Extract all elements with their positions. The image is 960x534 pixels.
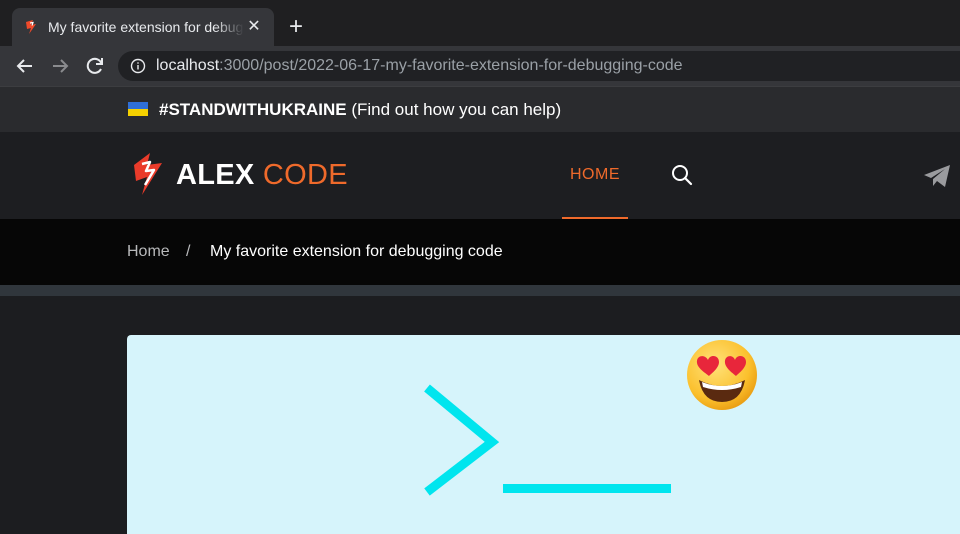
- header-divider: [0, 285, 960, 296]
- ukraine-flag-icon: [128, 102, 148, 116]
- info-icon[interactable]: [130, 58, 146, 74]
- reload-icon[interactable]: [83, 54, 107, 78]
- nav-home-link[interactable]: HOME: [562, 132, 628, 219]
- close-tab-icon[interactable]: ✕: [244, 17, 264, 37]
- browser-toolbar: localhost:3000/post/2022-06-17-my-favori…: [0, 46, 960, 86]
- banner-hashtag: #STANDWITHUKRAINE: [159, 100, 347, 119]
- favicon-icon: [26, 20, 36, 34]
- address-bar[interactable]: localhost:3000/post/2022-06-17-my-favori…: [118, 51, 960, 81]
- browser-tab[interactable]: My favorite extension for debugging code…: [12, 8, 274, 46]
- logo-code: CODE: [262, 159, 348, 191]
- heart-eyes-emoji-icon: [687, 340, 757, 410]
- breadcrumb-home-link[interactable]: Home: [127, 243, 170, 261]
- breadcrumb-current: My favorite extension for debugging code: [210, 243, 503, 260]
- banner-help-text: (Find out how you can help): [346, 100, 562, 119]
- telegram-icon[interactable]: [923, 164, 951, 188]
- ukraine-banner[interactable]: #STANDWITHUKRAINE (Find out how you can …: [0, 86, 960, 133]
- tab-title: My favorite extension for debugging code: [48, 19, 244, 35]
- forward-arrow-icon[interactable]: [48, 54, 72, 78]
- url-host: localhost: [156, 57, 220, 74]
- browser-tab-strip: My favorite extension for debugging code…: [0, 0, 960, 46]
- banner-text[interactable]: #STANDWITHUKRAINE (Find out how you can …: [159, 101, 561, 119]
- breadcrumb: Home / My favorite extension for debuggi…: [0, 219, 960, 285]
- logo-alex: ALEX: [176, 159, 255, 191]
- new-tab-button[interactable]: +: [285, 15, 307, 39]
- url-text[interactable]: localhost:3000/post/2022-06-17-my-favori…: [156, 58, 683, 74]
- nav-home-label: HOME: [570, 166, 620, 183]
- post-hero-image: [127, 335, 960, 534]
- url-path: :3000/post/2022-06-17-my-favorite-extens…: [219, 57, 683, 74]
- back-arrow-icon[interactable]: [13, 54, 37, 78]
- logo-bolt-icon[interactable]: [132, 151, 172, 197]
- terminal-prompt-icon: [424, 384, 671, 496]
- search-icon[interactable]: [671, 164, 693, 186]
- site-logo[interactable]: ALEX CODE: [176, 159, 348, 191]
- breadcrumb-separator: /: [186, 243, 191, 260]
- site-header: ALEX CODE HOME: [0, 132, 960, 219]
